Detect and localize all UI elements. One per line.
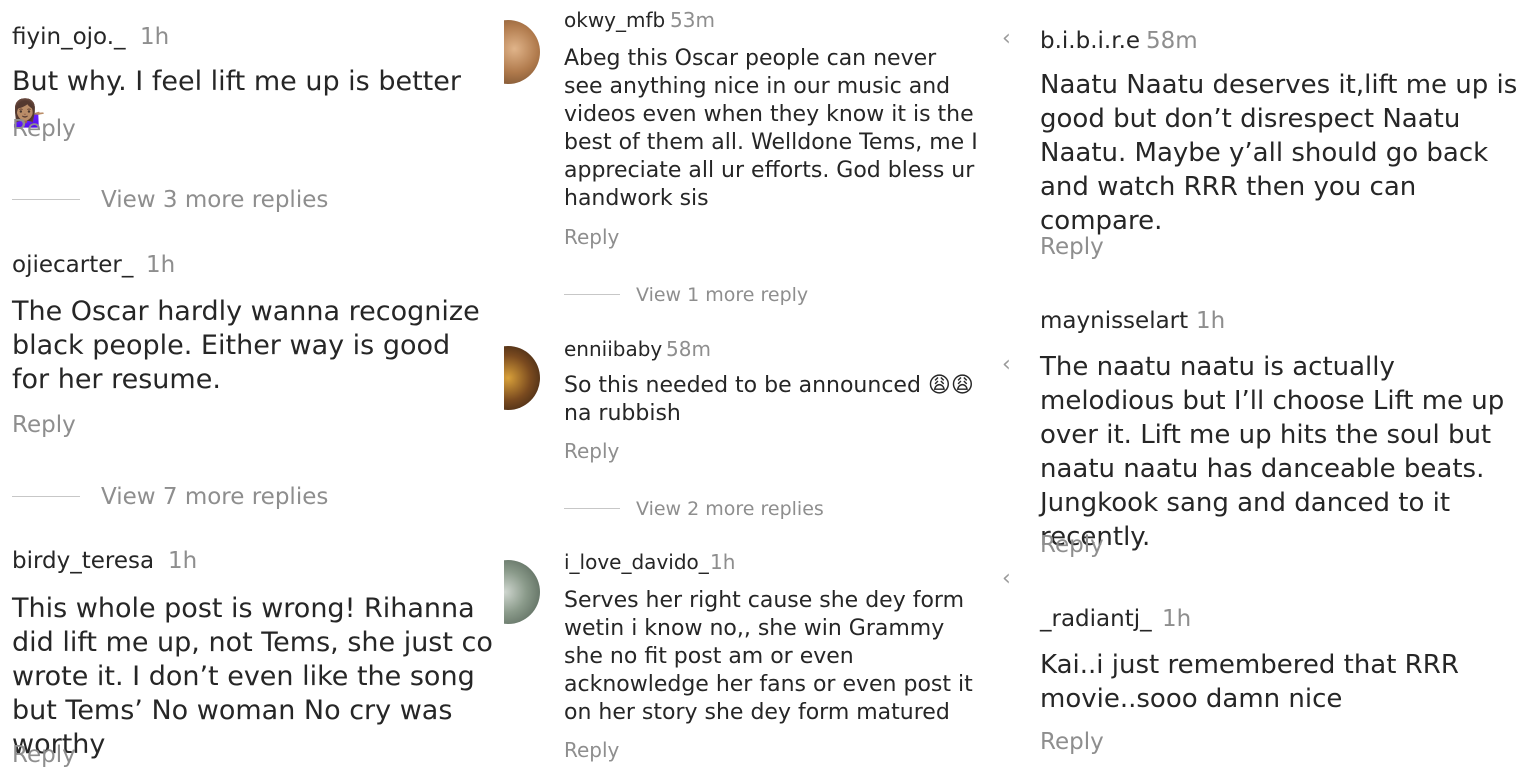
thread-connector-icon: ‹ bbox=[1002, 26, 1011, 51]
comment-timestamp: 53m bbox=[670, 8, 715, 32]
comment-text: The Oscar hardly wanna recognize black p… bbox=[12, 296, 480, 395]
divider-line bbox=[12, 496, 80, 497]
comment-column-3: ‹ ‹ ‹ b.i.b.i.r.e 58m Naatu Naatu deserv… bbox=[996, 0, 1536, 768]
avatar[interactable] bbox=[504, 560, 540, 624]
comment-column-2: okwy_mfb 53m Abeg this Oscar people can … bbox=[504, 0, 990, 768]
comment-timestamp: 58m bbox=[1146, 28, 1198, 54]
comment-username[interactable]: b.i.b.i.r.e bbox=[1040, 28, 1140, 54]
thread-connector-icon: ‹ bbox=[1002, 566, 1011, 591]
comment-text: The naatu naatu is actually melodious bu… bbox=[1040, 352, 1505, 552]
reply-button[interactable]: Reply bbox=[1040, 532, 1104, 558]
divider-line bbox=[564, 508, 620, 509]
comment-timestamp: 1h bbox=[146, 252, 176, 278]
comment-username[interactable]: fiyin_ojo._ bbox=[12, 24, 126, 50]
comment-text: Naatu Naatu deserves it,lift me up is go… bbox=[1040, 70, 1518, 236]
comment-username[interactable]: maynisselart bbox=[1040, 308, 1188, 334]
divider-line bbox=[12, 199, 80, 200]
comment-timestamp: 58m bbox=[666, 337, 711, 361]
comment-username[interactable]: i_love_davido_ bbox=[564, 550, 709, 574]
reply-button[interactable]: Reply bbox=[564, 738, 619, 762]
comment-text: Kai..i just remembered that RRR movie..s… bbox=[1040, 650, 1459, 714]
comment-timestamp: 1h bbox=[1162, 606, 1192, 632]
comment-column-1: fiyin_ojo._ 1h But why. I feel lift me u… bbox=[0, 0, 500, 768]
reply-button[interactable]: Reply bbox=[12, 742, 76, 768]
comment-text: But why. I feel lift me up is better 💁🏽‍… bbox=[12, 66, 461, 130]
avatar[interactable] bbox=[504, 346, 540, 410]
avatar[interactable] bbox=[504, 20, 540, 84]
comment-text: Serves her right cause she dey form weti… bbox=[564, 588, 973, 725]
reply-button[interactable]: Reply bbox=[564, 439, 619, 463]
comment-text: Abeg this Oscar people can never see any… bbox=[564, 46, 978, 211]
comment-timestamp: 1h bbox=[1196, 308, 1226, 334]
comment-username[interactable]: ojiecarter_ bbox=[12, 252, 133, 278]
thread-connector-icon: ‹ bbox=[1002, 352, 1011, 377]
reply-button[interactable]: Reply bbox=[12, 412, 76, 438]
reply-button[interactable]: Reply bbox=[564, 225, 619, 249]
comment-username[interactable]: okwy_mfb bbox=[564, 8, 665, 32]
comment-username[interactable]: _radiantj_ bbox=[1040, 606, 1152, 632]
comment-timestamp: 1h bbox=[140, 24, 170, 50]
comment-username[interactable]: birdy_teresa bbox=[12, 548, 154, 574]
comment-text: So this needed to be announced 😩😩 na rub… bbox=[564, 373, 974, 426]
reply-button[interactable]: Reply bbox=[1040, 234, 1104, 260]
reply-button[interactable]: Reply bbox=[12, 116, 76, 142]
comment-text: This whole post is wrong! Rihanna did li… bbox=[12, 593, 493, 760]
divider-line bbox=[564, 294, 620, 295]
comment-timestamp: 1h bbox=[710, 550, 736, 574]
reply-button[interactable]: Reply bbox=[1040, 729, 1104, 755]
view-replies-button[interactable]: View 7 more replies bbox=[101, 484, 328, 510]
view-replies-button[interactable]: View 2 more replies bbox=[636, 498, 824, 520]
comment-timestamp: 1h bbox=[168, 548, 198, 574]
comment-username[interactable]: enniibaby bbox=[564, 337, 662, 361]
view-replies-button[interactable]: View 1 more reply bbox=[636, 284, 808, 306]
view-replies-button[interactable]: View 3 more replies bbox=[101, 187, 328, 213]
